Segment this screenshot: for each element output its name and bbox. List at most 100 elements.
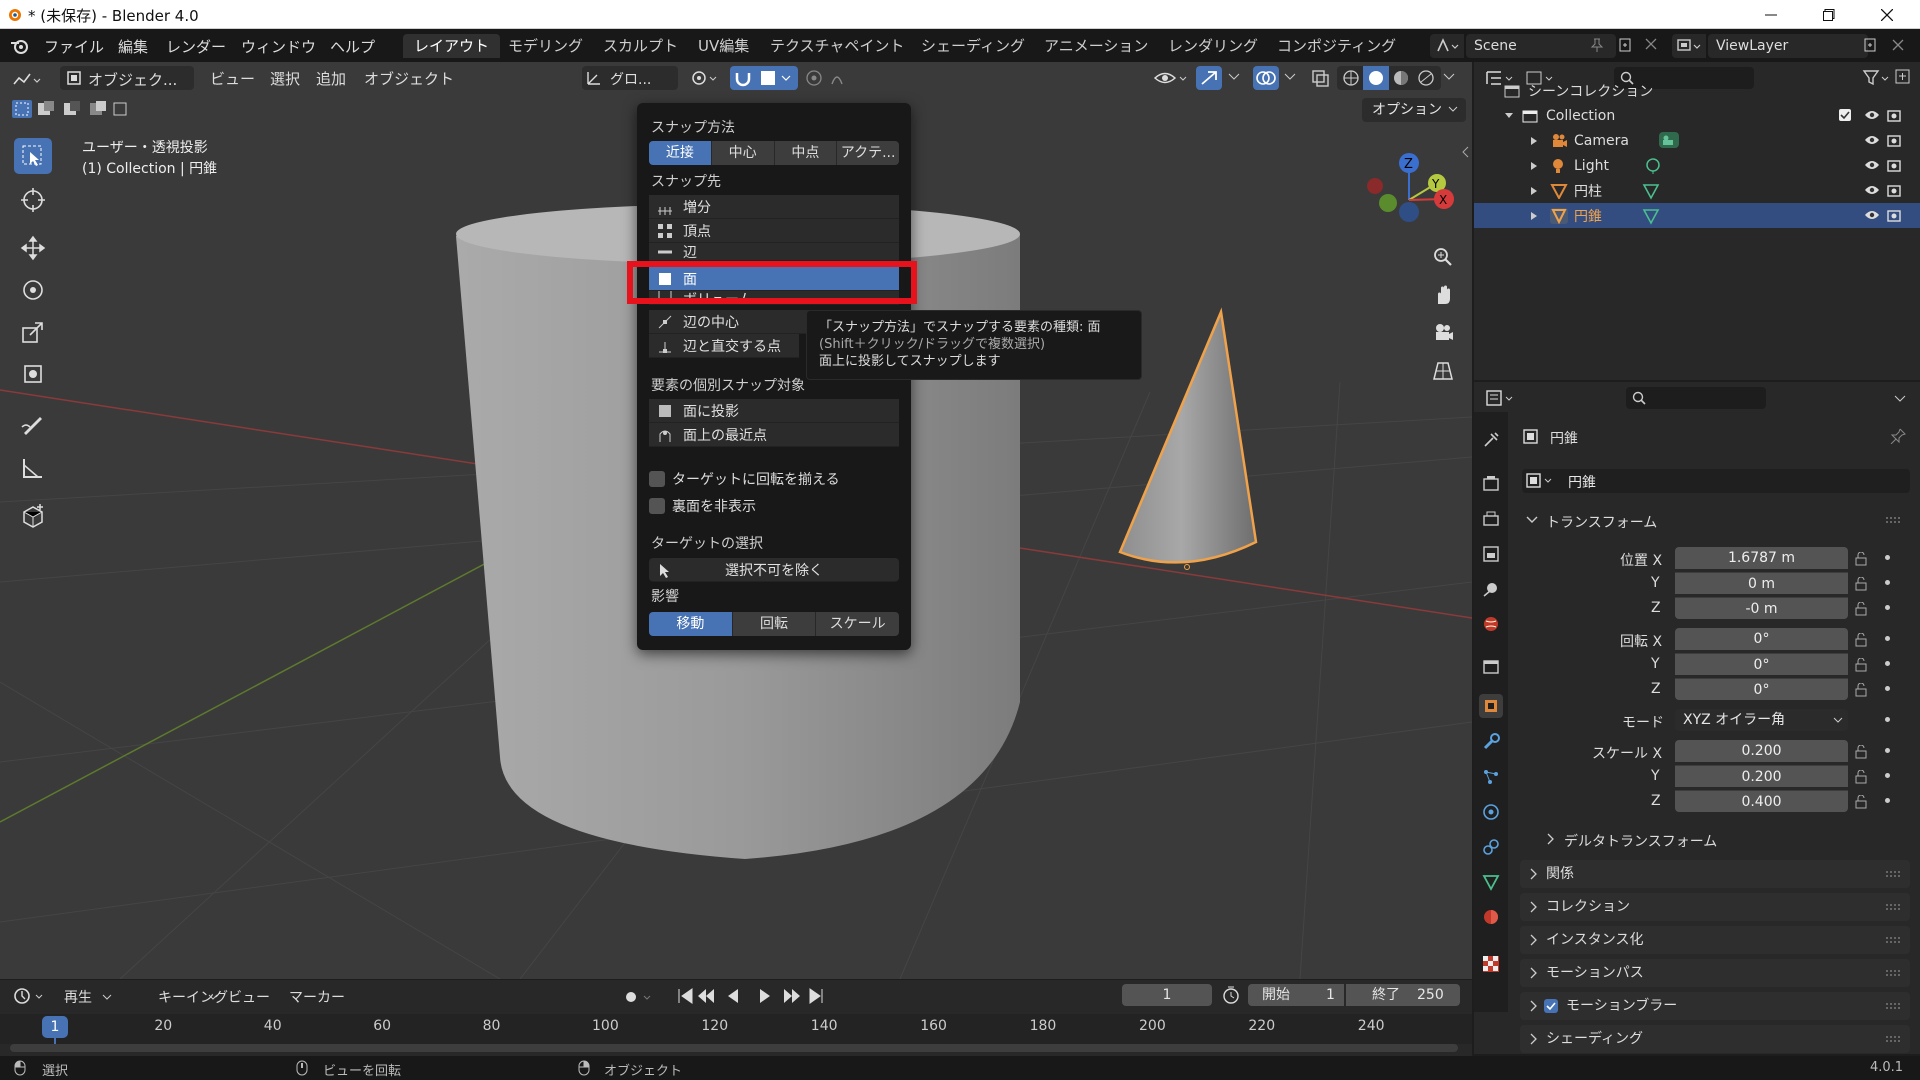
new-scene-icon[interactable] <box>1618 38 1632 52</box>
panel-grip-icon[interactable] <box>1886 970 1900 976</box>
delete-scene-icon[interactable] <box>1645 38 1657 50</box>
gizmo-dropdown-icon[interactable] <box>1228 72 1240 82</box>
keyframe-dot-icon[interactable] <box>1885 773 1890 778</box>
menu-render[interactable]: レンダー <box>166 36 226 57</box>
lock-icon[interactable] <box>1855 633 1871 647</box>
new-view-layer-icon[interactable] <box>1863 38 1877 52</box>
panel-grip-icon[interactable] <box>1886 1036 1900 1042</box>
xray-toggle-icon[interactable] <box>1310 68 1330 88</box>
transform-orientation-selector[interactable]: グロ... <box>582 66 678 90</box>
viewport-menu-select[interactable]: 選択 <box>270 68 300 89</box>
particles-tab-icon[interactable] <box>1479 765 1503 789</box>
delta-transform-expand-icon[interactable] <box>1546 833 1556 845</box>
backface-culling-checkbox[interactable]: 裏面を非表示 <box>649 496 756 516</box>
snap-target-vertex[interactable]: 頂点 <box>649 219 899 243</box>
keyframe-dot-icon[interactable] <box>1885 661 1890 666</box>
timeline-editor-type-icon[interactable] <box>12 986 50 1006</box>
location-z-field[interactable]: -0 m <box>1675 597 1848 619</box>
scene-selector-icon[interactable] <box>1430 34 1464 58</box>
keyframe-dot-icon[interactable] <box>1885 717 1890 722</box>
object-name-field[interactable]: 円錐 <box>1522 469 1910 493</box>
menu-file[interactable]: ファイル <box>44 36 104 57</box>
backface-culling-box[interactable] <box>649 498 665 514</box>
keyframe-dot-icon[interactable] <box>1885 580 1890 585</box>
panel-grip-icon[interactable] <box>1886 517 1900 523</box>
navigation-gizmo[interactable]: Z Y X <box>1360 140 1460 240</box>
timeline-menu-view[interactable]: ビュー <box>228 987 270 1007</box>
snap-method-active[interactable]: アクテ... <box>837 141 899 165</box>
close-button[interactable] <box>1858 0 1916 29</box>
pan-view-hand-icon[interactable] <box>1428 280 1458 310</box>
panel-shading[interactable]: シェーディング <box>1520 1025 1910 1053</box>
select-mode-group[interactable] <box>10 98 130 120</box>
lock-icon[interactable] <box>1855 683 1871 697</box>
modifier-tab-icon[interactable] <box>1479 730 1503 754</box>
snap-method-center[interactable]: 中心 <box>711 141 775 165</box>
snap-target-increment[interactable]: 増分 <box>649 195 899 219</box>
transform-tool[interactable] <box>14 356 52 392</box>
rotation-mode-dropdown[interactable]: XYZ オイラー角 <box>1675 709 1848 731</box>
properties-editor-type-icon[interactable] <box>1484 388 1518 408</box>
panel-relations[interactable]: 関係 <box>1520 860 1910 888</box>
render-tab-icon[interactable] <box>1479 472 1503 496</box>
scale-tool[interactable] <box>14 314 52 350</box>
panel-grip-icon[interactable] <box>1886 904 1900 910</box>
annotate-tool[interactable] <box>14 406 52 442</box>
tab-uv-editing[interactable]: UV編集 <box>687 34 760 58</box>
material-tab-icon[interactable] <box>1479 905 1503 929</box>
overlay-toggle-icon[interactable] <box>1253 66 1279 90</box>
outliner-item-camera[interactable]: Camera <box>1474 128 1920 153</box>
snap-project-face[interactable]: 面に投影 <box>649 399 899 423</box>
target-selection-dropdown[interactable]: 選択不可を除く <box>649 558 899 582</box>
snap-toggle-magnet-icon[interactable] <box>730 66 756 90</box>
rotation-x-field[interactable]: 0° <box>1675 628 1848 650</box>
object-tab-icon[interactable] <box>1479 694 1503 718</box>
align-rotation-checkbox[interactable]: ターゲットに回転を揃える <box>649 469 840 489</box>
snap-method-median[interactable]: 中点 <box>774 141 838 165</box>
scale-x-field[interactable]: 0.200 <box>1675 740 1848 762</box>
rotate-tool[interactable] <box>14 272 52 308</box>
panel-motion-blur[interactable]: モーションブラー <box>1520 992 1910 1020</box>
preview-range-icon[interactable] <box>1222 986 1240 1004</box>
transform-collapse-icon[interactable] <box>1526 515 1538 525</box>
menu-window[interactable]: ウィンドウ <box>241 36 316 57</box>
keyframe-dot-icon[interactable] <box>1885 605 1890 610</box>
rotation-z-field[interactable]: 0° <box>1675 678 1848 700</box>
panel-grip-icon[interactable] <box>1886 937 1900 943</box>
sidebar-toggle-icon[interactable] <box>1462 146 1470 158</box>
pin-icon[interactable] <box>1590 38 1604 52</box>
scene-collection-row[interactable]: シーンコレクション <box>1474 78 1920 103</box>
lock-icon[interactable] <box>1855 795 1871 809</box>
add-cube-tool[interactable] <box>14 498 52 534</box>
outliner-item-cylinder[interactable]: 円柱 <box>1474 178 1920 203</box>
playhead[interactable]: 1 <box>42 1016 68 1038</box>
location-x-field[interactable]: 1.6787 m <box>1675 547 1848 569</box>
physics-tab-icon[interactable] <box>1479 800 1503 824</box>
snap-face-nearest[interactable]: 面上の最近点 <box>649 423 899 447</box>
panel-collections[interactable]: コレクション <box>1520 893 1910 921</box>
properties-search-input[interactable] <box>1626 387 1766 409</box>
current-frame-field[interactable]: 1 <box>1122 984 1212 1006</box>
affect-scale[interactable]: スケール <box>816 612 900 636</box>
pivot-point-icon[interactable] <box>690 68 720 88</box>
delete-view-layer-icon[interactable] <box>1892 39 1904 51</box>
overlay-dropdown-icon[interactable] <box>1284 72 1296 82</box>
menu-edit[interactable]: 編集 <box>118 36 148 57</box>
timeline-scrollbar[interactable] <box>10 1044 1458 1052</box>
outliner-item-cone[interactable]: 円錐 <box>1474 203 1920 228</box>
timeline-menu-playback[interactable]: 再生 <box>64 987 92 1007</box>
select-box-tool[interactable] <box>14 138 52 174</box>
blender-menu-icon[interactable] <box>10 37 30 55</box>
perspective-toggle-icon[interactable] <box>1428 356 1458 386</box>
scene-tab-icon[interactable] <box>1479 577 1503 601</box>
lock-icon[interactable] <box>1855 770 1871 784</box>
lock-icon[interactable] <box>1855 552 1871 566</box>
frame-start-field[interactable]: 開始 1 <box>1248 984 1344 1006</box>
scale-y-field[interactable]: 0.200 <box>1675 765 1848 787</box>
delta-transform-label[interactable]: デルタトランスフォーム <box>1564 831 1717 851</box>
snap-target-edge-perpendicular[interactable]: 辺と直交する点 <box>649 334 799 358</box>
tab-sculpt[interactable]: スカルプト <box>592 34 689 58</box>
menu-help[interactable]: ヘルプ <box>330 36 375 57</box>
tab-modeling[interactable]: モデリング <box>497 34 594 58</box>
transform-section-label[interactable]: トランスフォーム <box>1546 512 1657 532</box>
